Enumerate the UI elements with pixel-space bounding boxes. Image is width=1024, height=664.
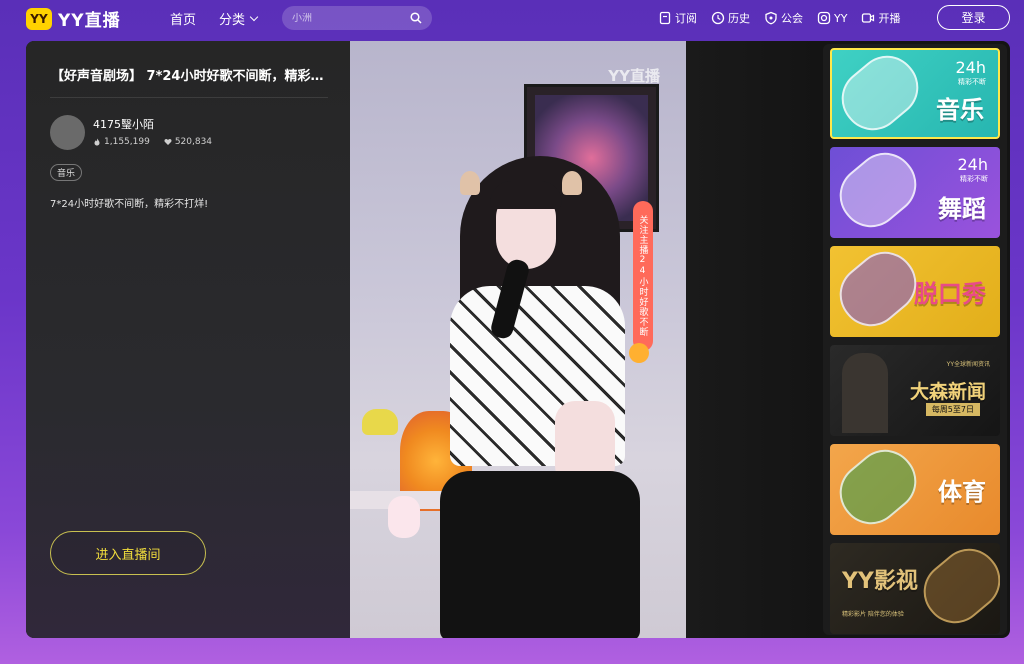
yy-link[interactable]: YY [817,11,847,25]
yy-logo[interactable]: YY YY直播 [26,6,121,31]
heat-count: 1,155,199 [104,137,150,147]
avatar[interactable] [50,115,85,150]
video-watermark: YY直播 [608,67,660,85]
guild-link[interactable]: 公会 [764,10,803,26]
desk-lamp [362,409,398,435]
football-decoration-icon [830,444,929,535]
dance-card-title: 舞蹈 [938,195,986,223]
streamer-bangs [490,181,562,209]
subscribe-label: 订阅 [675,12,697,25]
logo-badge: YY [26,7,52,30]
heat-stat: 1,155,199 [93,137,150,147]
black-skirt [440,471,640,638]
category-tag[interactable]: 音乐 [50,164,83,181]
dance-card-sub-small: 精彩不断 [960,175,988,183]
start-live-label: 开播 [878,12,901,25]
category-card-music[interactable]: 24h 精彩不断 音乐 [830,48,1000,139]
subscribe-link[interactable]: 订阅 [658,10,697,26]
lucky-cat [388,496,420,538]
news-card-title: 大森新闻 [909,381,986,403]
category-card-news[interactable]: YY全球新闻资讯 大森新闻 每周5至7日 [830,345,1000,436]
video-camera-icon [862,13,875,23]
top-header: YY YY直播 首页 分类 订阅 历史 公会 YY 开播 [0,0,1024,36]
room-info-panel: 【好声音剧场】 7*24小时好歌不间断，精彩不... 4175瑿小陌 1,155… [26,41,350,638]
main-panel: 【好声音剧场】 7*24小时好歌不间断，精彩不... 4175瑿小陌 1,155… [26,41,1010,638]
news-card-date: 每周5至7日 [925,403,980,416]
category-card-talkshow[interactable]: 脱口秀 [830,246,1000,337]
likes-stat: 520,834 [164,137,212,147]
follow-banner[interactable]: 关注主播24小时好歌不断 [633,201,653,351]
likes-count: 520,834 [174,137,213,147]
live-video-player[interactable]: YY直播 关注主播24小时好歌不断 [350,41,686,638]
bookmark-icon [659,11,671,25]
category-card-dance[interactable]: 24h 精彩不断 舞蹈 [830,147,1000,238]
film-card-title: YY影视 [842,569,918,594]
enter-live-room-button[interactable]: 进入直播间 [50,531,206,575]
news-host-image [842,353,888,433]
nav-home[interactable]: 首页 [170,9,196,28]
music-card-sub: 24h 精彩不断 [956,58,987,87]
music-card-sub-small: 精彩不断 [958,78,986,86]
login-button[interactable]: 登录 [937,5,1010,30]
room-description: 7*24小时好歌不间断，精彩不打烊! [50,199,209,210]
film-card-sub: 精彩影片 陪伴您的体验 [842,611,904,618]
dance-card-24h: 24h [957,155,989,174]
talkshow-card-title: 脱口秀 [914,280,986,308]
nav-category[interactable]: 分类 [219,9,259,28]
instagram-icon [817,11,831,25]
microphone-decoration-icon [830,246,929,337]
divider [50,97,328,98]
clock-icon [711,11,725,25]
search-input[interactable] [292,12,402,24]
music-card-title: 音乐 [936,96,984,124]
cat-ear-right [562,171,582,195]
nav-category-label: 分类 [219,13,246,28]
chevron-down-icon [249,12,259,22]
film-reel-decoration-icon [911,543,1000,634]
follow-banner-badge [629,343,649,363]
category-cards: 24h 精彩不断 音乐 24h 精彩不断 舞蹈 脱口秀 YY全球新闻资讯 大森新… [823,44,1007,635]
cat-ear-left [460,171,480,195]
shield-icon [765,11,777,25]
news-card-sub: YY全球新闻资讯 [946,361,990,368]
heart-icon [164,139,172,145]
start-live-link[interactable]: 开播 [861,10,900,26]
anchor-name[interactable]: 4175瑿小陌 [93,116,154,132]
category-card-film[interactable]: YY影视 精彩影片 陪伴您的体验 [830,543,1000,634]
search-icon[interactable] [410,12,422,24]
music-decoration-icon [832,50,931,137]
music-card-24h: 24h [955,58,987,77]
history-label: 历史 [728,12,750,25]
logo-text: YY直播 [58,11,121,31]
sports-card-title: 体育 [938,478,986,506]
room-title[interactable]: 【好声音剧场】 7*24小时好歌不间断，精彩不... [51,65,336,84]
top-links: 订阅 历史 公会 YY 开播 [658,10,900,26]
category-card-sports[interactable]: 体育 [830,444,1000,535]
yy-label: YY [834,11,848,25]
video-side-area [686,41,822,638]
room-stats: 1,155,199 520,834 [93,137,212,147]
dance-decoration-icon [830,147,929,238]
search-box[interactable] [282,6,432,30]
guild-label: 公会 [781,12,803,25]
dance-card-sub: 24h 精彩不断 [958,155,989,184]
history-link[interactable]: 历史 [711,10,750,26]
flame-icon [94,138,100,146]
